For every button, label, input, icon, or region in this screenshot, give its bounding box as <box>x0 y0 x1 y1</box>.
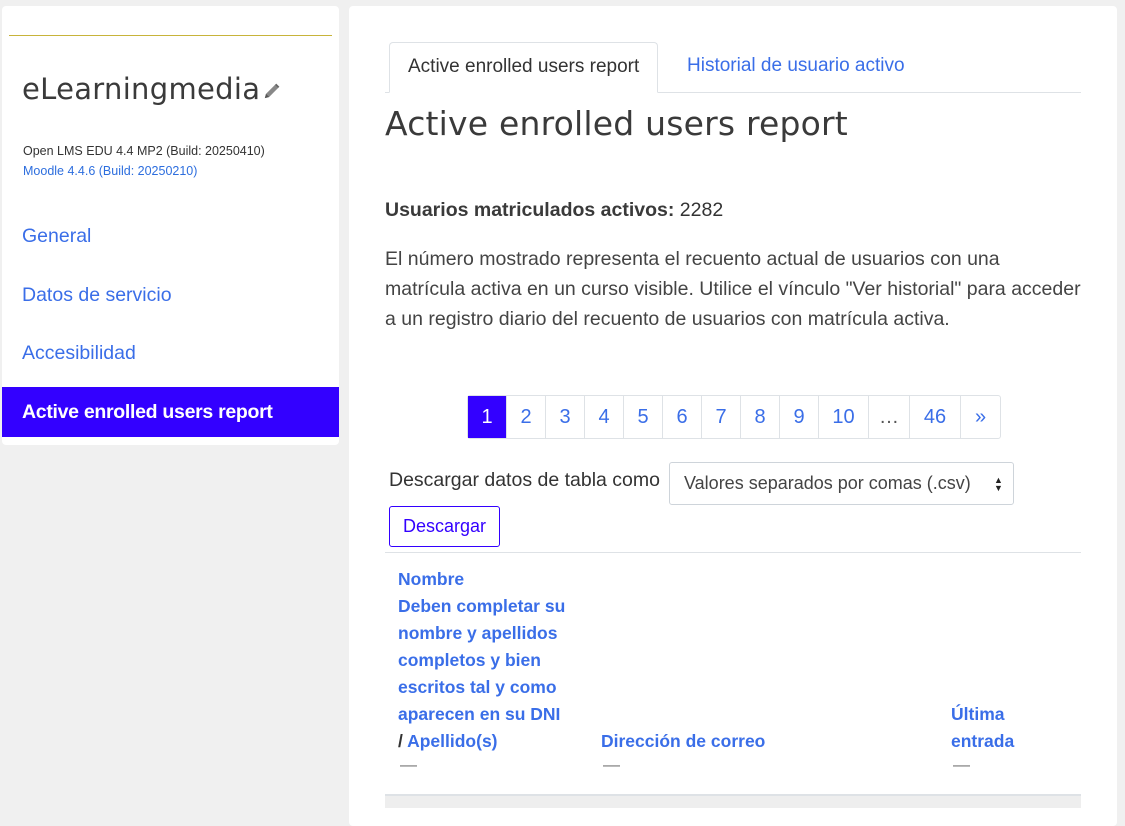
last-access-column-collapse-icon[interactable]: — <box>953 755 970 775</box>
active-users-count: Usuarios matriculados activos: 2282 <box>385 199 723 222</box>
column-name-hint-line: aparecen en su DNI <box>398 704 561 724</box>
page-ellipsis: … <box>869 396 910 438</box>
sort-last-access-link[interactable]: Última entrada <box>951 701 1014 755</box>
version-moodle-link[interactable]: Moodle 4.4.6 (Build: 20250210) <box>23 164 197 178</box>
table-first-row <box>385 794 1081 808</box>
main-panel: Active enrolled users report Historial d… <box>349 6 1117 826</box>
page-link-46[interactable]: 46 <box>910 396 961 438</box>
page-link-6[interactable]: 6 <box>663 396 702 438</box>
select-caret-icon: ▲ ▼ <box>994 475 1003 493</box>
column-header-name: Nombre Deben completar su nombre y apell… <box>398 566 588 755</box>
page-link-2[interactable]: 2 <box>507 396 546 438</box>
download-format-select[interactable]: Valores separados por comas (.csv) ▲ ▼ <box>669 462 1014 505</box>
sidebar-item-general[interactable]: General <box>2 211 339 261</box>
page-link-10[interactable]: 10 <box>819 396 869 438</box>
version-lms: Open LMS EDU 4.4 MP2 (Build: 20250410) <box>23 144 265 158</box>
column-name-hint-line: completos y bien <box>398 650 541 670</box>
column-separator: / <box>398 731 403 751</box>
email-column-collapse-icon[interactable]: — <box>603 755 620 775</box>
active-users-count-label: Usuarios matriculados activos: <box>385 199 675 221</box>
sort-surname-link[interactable]: Apellido(s) <box>407 731 497 751</box>
tab-bar: Active enrolled users report Historial d… <box>385 42 1081 93</box>
last-access-label-line1: Última <box>951 704 1005 724</box>
page-link-5[interactable]: 5 <box>624 396 663 438</box>
pencil-edit-icon[interactable] <box>262 74 281 108</box>
sidebar-item-active-enrolled-users-report[interactable]: Active enrolled users report <box>2 387 339 437</box>
tab-historial-de-usuario-activo[interactable]: Historial de usuario activo <box>669 42 923 92</box>
report-description: El número mostrado representa el recuent… <box>385 248 1081 330</box>
sidebar: eLearningmedia Open LMS EDU 4.4 MP2 (Bui… <box>2 6 339 445</box>
site-name: eLearningmedia <box>22 72 281 108</box>
tab-active-enrolled-users-report[interactable]: Active enrolled users report <box>389 42 659 93</box>
pagination: 1 2 3 4 5 6 7 8 9 10 … 46 » <box>467 395 1001 439</box>
download-format-value: Valores separados por comas (.csv) <box>684 473 971 493</box>
sidebar-item-accesibilidad[interactable]: Accesibilidad <box>2 328 339 378</box>
sidebar-divider <box>9 35 332 36</box>
page-link-4[interactable]: 4 <box>585 396 624 438</box>
site-name-label: eLearningmedia <box>22 72 261 106</box>
last-access-label-line2: entrada <box>951 731 1015 751</box>
column-name-hint-line: Deben completar su <box>398 596 566 616</box>
download-button[interactable]: Descargar <box>389 506 500 547</box>
page-link-7[interactable]: 7 <box>702 396 741 438</box>
page-next-link[interactable]: » <box>961 396 1000 438</box>
page-link-8[interactable]: 8 <box>741 396 780 438</box>
active-users-count-value: 2282 <box>679 199 724 221</box>
page-link-3[interactable]: 3 <box>546 396 585 438</box>
sort-email-link[interactable]: Dirección de correo <box>601 728 765 755</box>
table-header-border <box>385 552 1081 553</box>
download-label: Descargar datos de tabla como <box>389 469 660 491</box>
sort-name-link[interactable]: Nombre <box>398 566 588 593</box>
page-link-1[interactable]: 1 <box>468 396 507 438</box>
page-title: Active enrolled users report <box>385 104 848 143</box>
sidebar-item-datos-de-servicio[interactable]: Datos de servicio <box>2 270 339 320</box>
column-name-hint-line: escritos tal y como <box>398 677 557 697</box>
column-name-hint-line: nombre y apellidos <box>398 623 558 643</box>
page-link-9[interactable]: 9 <box>780 396 819 438</box>
name-column-collapse-icon[interactable]: — <box>400 755 417 775</box>
